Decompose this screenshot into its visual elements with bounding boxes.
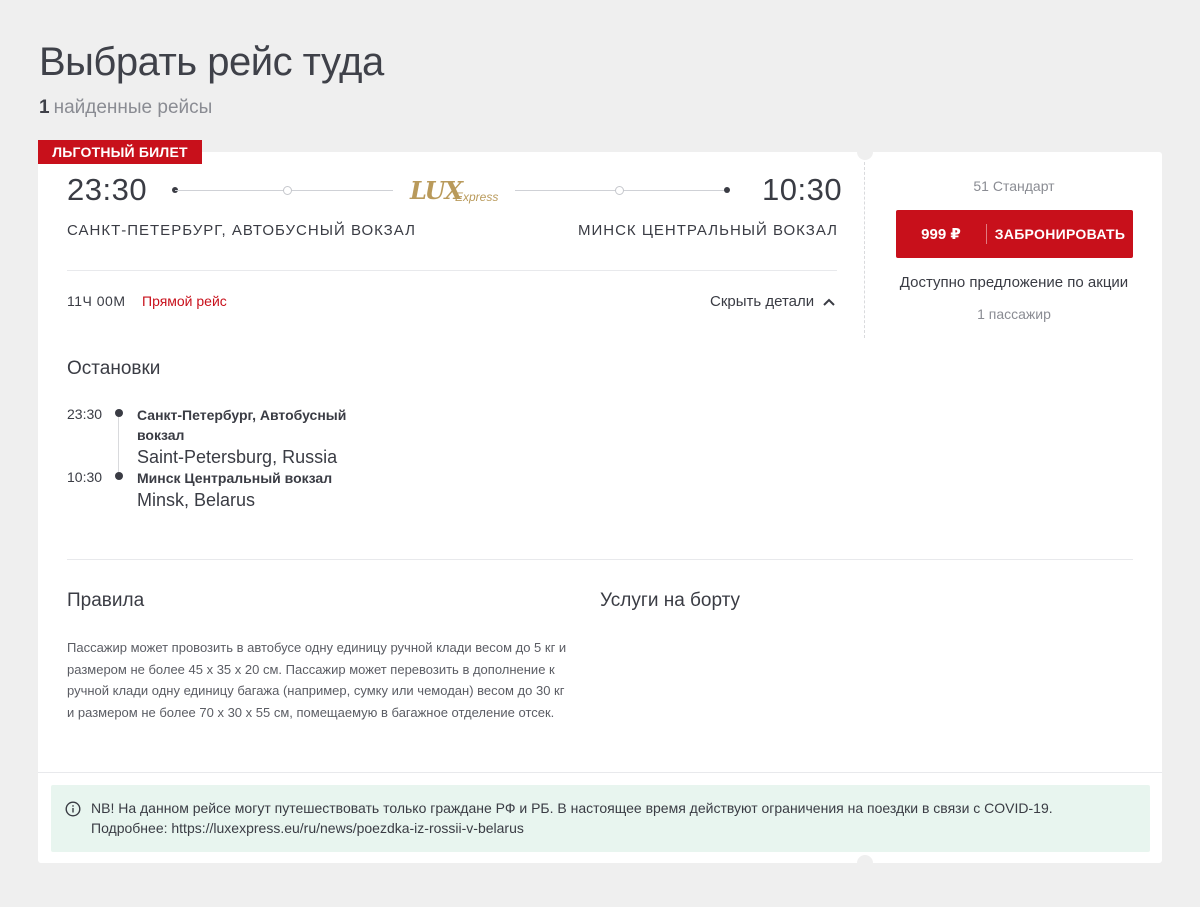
stop-city: Saint-Petersburg, Russia [137, 447, 338, 467]
onboard-services-title: Услуги на борту [600, 590, 741, 611]
stop-city: Minsk, Belarus [137, 490, 256, 510]
hide-details-label: Скрыть детали [710, 293, 815, 310]
ticket-notch-bottom [857, 855, 873, 871]
notice-text: NB! На данном рейсе могут путешествовать… [91, 800, 1053, 836]
arrival-station: МИНСК ЦЕНТРАЛЬНЫЙ ВОКЗАЛ [577, 222, 838, 239]
results-label: найденные рейсы [53, 97, 213, 118]
route-mid-dot-left [283, 186, 292, 195]
book-label: ЗАБРОНИРОВАТЬ [994, 226, 1126, 242]
page-title: Выбрать рейс туда [39, 40, 384, 84]
carrier-logo: LUX Express [410, 176, 499, 208]
chevron-up-icon [823, 298, 835, 306]
book-button[interactable]: 999 ₽ ЗАБРОНИРОВАТЬ [896, 210, 1133, 258]
rules-text: Пассажир может провозить в автобусе одну… [67, 640, 567, 720]
divider [38, 772, 1162, 773]
route-type: Прямой рейс [142, 293, 227, 309]
logo-express-text: Express [455, 190, 499, 204]
route-mid-dot-right [615, 186, 624, 195]
rules-title: Правила [67, 590, 145, 611]
fare-class: 51 Стандарт [973, 178, 1055, 194]
results-count: 1 найденные рейсы [39, 97, 212, 119]
ticket-separator [864, 162, 865, 338]
stops-title: Остановки [67, 358, 161, 379]
results-number: 1 [39, 97, 50, 118]
discount-ticket-badge: ЛЬГОТНЫЙ БИЛЕТ [38, 140, 202, 164]
stop-dot [115, 472, 123, 480]
booking-panel: 51 Стандарт 999 ₽ ЗАБРОНИРОВАТЬ Доступно… [866, 152, 1162, 332]
promo-note: Доступно предложение по акции [899, 274, 1129, 291]
stop-dot [115, 409, 123, 417]
stops-timeline-line [118, 415, 119, 475]
arrival-time: 10:30 [762, 172, 843, 207]
ticket-price: 999 ₽ [921, 226, 961, 243]
divider [67, 559, 1133, 560]
stop-time: 23:30 [67, 406, 103, 422]
info-icon [65, 801, 81, 817]
departure-station: САНКТ-ПЕТЕРБУРГ, АВТОБУСНЫЙ ВОКЗАЛ [67, 222, 416, 239]
divider [67, 270, 837, 271]
trip-card: ЛЬГОТНЫЙ БИЛЕТ 23:30 10:30 LUX Express С… [38, 140, 1162, 871]
stop-time: 10:30 [67, 469, 103, 485]
stop-name: Минск Центральный вокзал [137, 470, 333, 486]
route-end-dot [724, 187, 730, 193]
covid-notice: NB! На данном рейсе могут путешествовать… [51, 785, 1150, 852]
passenger-count: 1 пассажир [977, 306, 1051, 322]
departure-time: 23:30 [67, 172, 148, 207]
stop-name: Санкт-Петербург, Автобусный вокзал [137, 407, 347, 443]
hide-details-toggle[interactable]: Скрыть детали [710, 293, 836, 310]
trip-duration: 11Ч 00М [67, 293, 126, 309]
page: Выбрать рейс туда 1 найденные рейсы ЛЬГОТ… [0, 0, 1200, 907]
